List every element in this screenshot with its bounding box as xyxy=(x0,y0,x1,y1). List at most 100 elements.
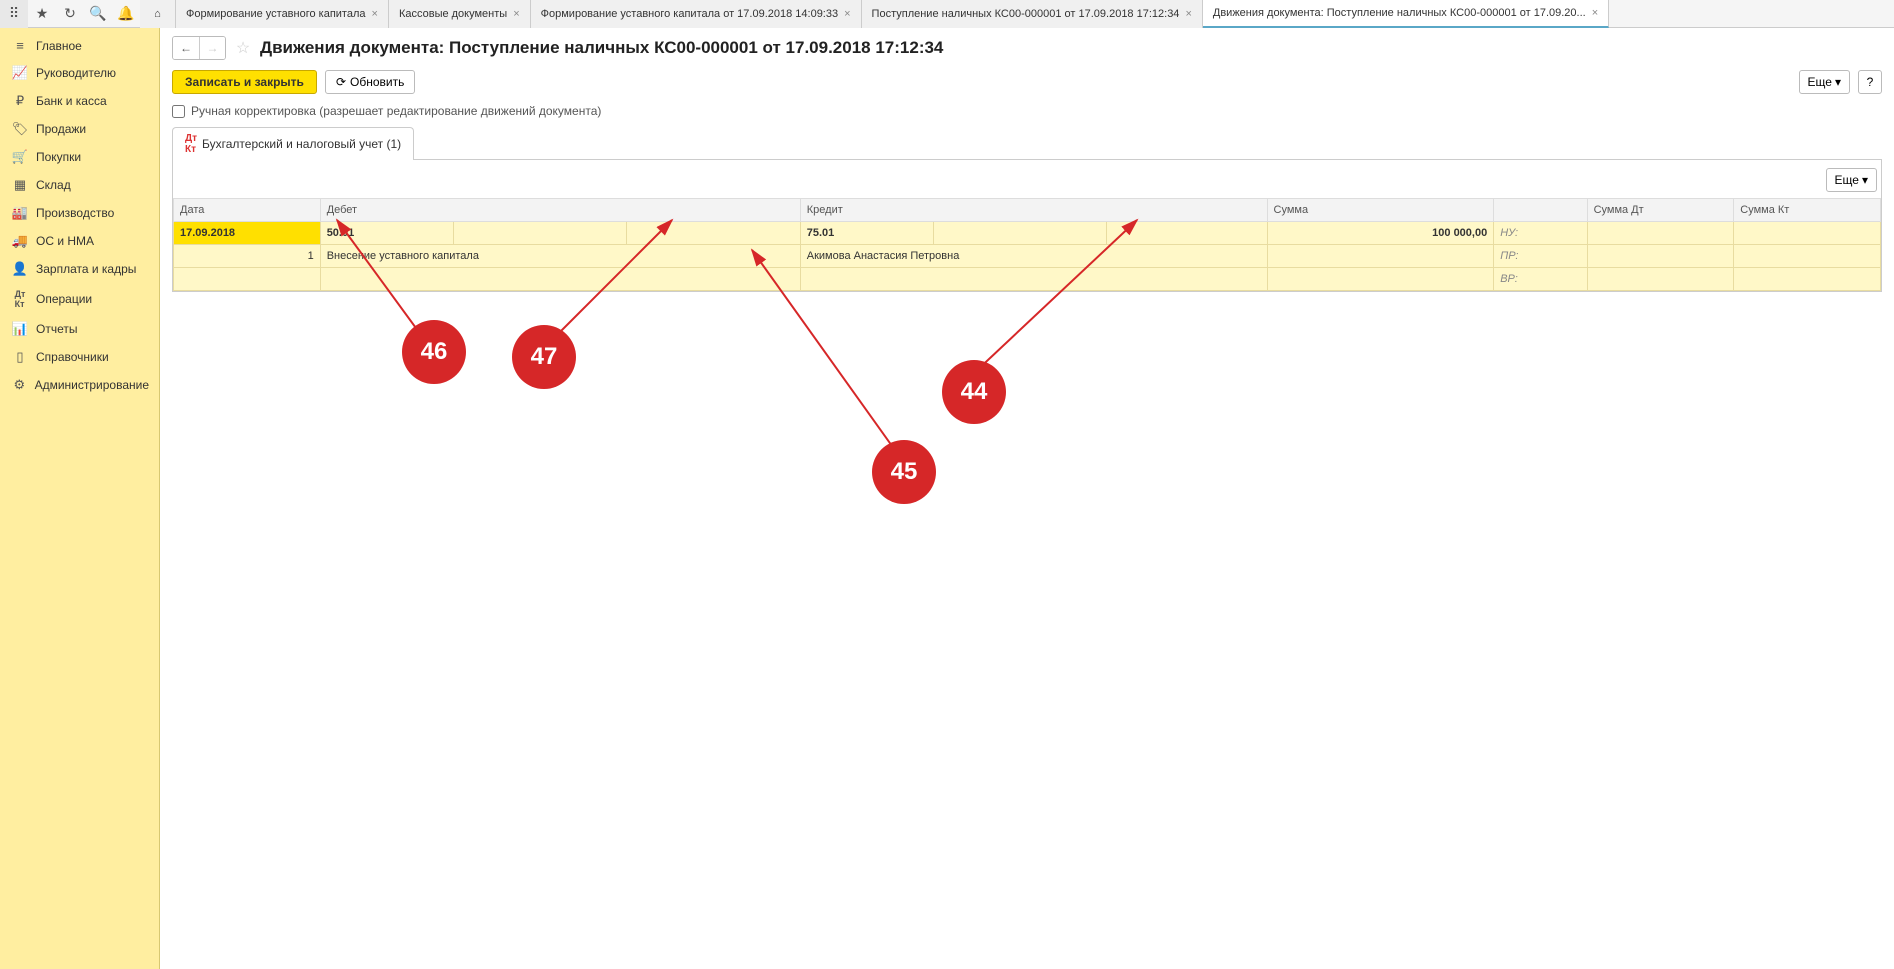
table-more-button[interactable]: Еще ▾ xyxy=(1826,168,1877,192)
side-label: Покупки xyxy=(36,150,81,164)
sidebar-item-warehouse[interactable]: ▦Склад xyxy=(0,171,159,199)
more-label: Еще xyxy=(1835,173,1859,187)
cell-debet-acc: 50.01 xyxy=(320,222,453,245)
table-wrapper: Еще ▾ Дата Дебет Кредит xyxy=(172,160,1882,292)
chevron-down-icon: ▾ xyxy=(1835,75,1841,89)
side-label: Зарплата и кадры xyxy=(36,262,136,276)
tab-home[interactable]: ⌂ xyxy=(140,0,176,28)
close-icon[interactable]: × xyxy=(844,8,850,20)
col-summa-dt[interactable]: Сумма Дт xyxy=(1587,199,1734,222)
tab-0[interactable]: Формирование уставного капитала × xyxy=(176,0,389,28)
tab-label: Движения документа: Поступление наличных… xyxy=(1213,7,1586,19)
sidebar-item-purchases[interactable]: 🛒Покупки xyxy=(0,143,159,171)
cell-date: 17.09.2018 xyxy=(174,222,321,245)
title-row: ← → ☆ Движения документа: Поступление на… xyxy=(172,36,1882,60)
annotation-marker: 44 xyxy=(942,360,1006,424)
cell-debet-desc: Внесение уставного капитала xyxy=(320,245,800,268)
page-title: Движения документа: Поступление наличных… xyxy=(260,38,943,58)
side-label: Справочники xyxy=(36,350,109,364)
close-icon[interactable]: × xyxy=(1185,8,1191,20)
cell-empty xyxy=(627,222,800,245)
close-icon[interactable]: × xyxy=(1592,7,1598,19)
table-row[interactable]: ВР: xyxy=(174,268,1881,291)
cell-summa: 100 000,00 xyxy=(1267,222,1494,245)
forward-button[interactable]: → xyxy=(199,37,225,59)
more-button[interactable]: Еще ▾ xyxy=(1799,70,1850,94)
cell-kredit-acc: 75.01 xyxy=(800,222,933,245)
side-label: Операции xyxy=(36,292,92,306)
side-label: Банк и касса xyxy=(36,94,107,108)
cell-num: 1 xyxy=(174,245,321,268)
col-summa-kt[interactable]: Сумма Кт xyxy=(1734,199,1881,222)
side-label: Продажи xyxy=(36,122,86,136)
cell-empty xyxy=(1734,268,1881,291)
refresh-button[interactable]: ⟳ Обновить xyxy=(325,70,415,94)
save-close-button[interactable]: Записать и закрыть xyxy=(172,70,317,94)
sidebar-item-admin[interactable]: ⚙Администрирование xyxy=(0,371,159,399)
refresh-label: Обновить xyxy=(350,75,404,89)
cell-kredit-desc: Акимова Анастасия Петровна xyxy=(800,245,1267,268)
top-toolbar: ⠿ ★ ↻ 🔍 🔔 ⌂ Формирование уставного капит… xyxy=(0,0,1894,28)
tab-1[interactable]: Кассовые документы × xyxy=(389,0,531,28)
history-icon[interactable]: ↻ xyxy=(56,0,84,28)
manual-correction-checkbox[interactable] xyxy=(172,105,185,118)
refresh-icon: ⟳ xyxy=(336,75,346,89)
cell-empty xyxy=(1267,268,1494,291)
table-container: Еще ▾ Дата Дебет Кредит xyxy=(172,160,1882,720)
col-date[interactable]: Дата xyxy=(174,199,321,222)
col-summa[interactable]: Сумма xyxy=(1267,199,1494,222)
nav-buttons: ← → xyxy=(172,36,226,60)
close-icon[interactable]: × xyxy=(372,8,378,20)
home-icon: ⌂ xyxy=(154,8,161,20)
cell-empty xyxy=(454,222,627,245)
col-kredit[interactable]: Кредит xyxy=(800,199,1267,222)
more-label: Еще xyxy=(1808,75,1832,89)
table-row[interactable]: 17.09.2018 50.01 75.01 100 000,00 НУ: xyxy=(174,222,1881,245)
back-button[interactable]: ← xyxy=(173,37,199,59)
tab-4[interactable]: Движения документа: Поступление наличных… xyxy=(1203,0,1609,28)
manual-correction-row: Ручная корректировка (разрешает редактир… xyxy=(172,104,1882,118)
col-debet[interactable]: Дебет xyxy=(320,199,800,222)
cell-empty xyxy=(1267,245,1494,268)
cell-empty xyxy=(320,268,800,291)
tab-accounting[interactable]: ДтКт Бухгалтерский и налоговый учет (1) xyxy=(172,127,414,160)
favorite-button[interactable]: ☆ xyxy=(232,37,254,59)
help-button[interactable]: ? xyxy=(1858,70,1882,94)
sidebar-item-reports[interactable]: 📊Отчеты xyxy=(0,315,159,343)
table-row[interactable]: 1 Внесение уставного капитала Акимова Ан… xyxy=(174,245,1881,268)
sidebar-item-bank[interactable]: ₽ Банк и касса xyxy=(0,87,159,115)
sidebar-item-catalogs[interactable]: ▯Справочники xyxy=(0,343,159,371)
cell-empty xyxy=(800,268,1267,291)
tab-2[interactable]: Формирование уставного капитала от 17.09… xyxy=(531,0,862,28)
ruble-icon: ₽ xyxy=(10,93,30,109)
apps-icon[interactable]: ⠿ xyxy=(0,0,28,28)
cell-empty xyxy=(1734,222,1881,245)
col-empty[interactable] xyxy=(1494,199,1587,222)
cell-empty xyxy=(1587,222,1734,245)
tab-3[interactable]: Поступление наличных КС00-000001 от 17.0… xyxy=(862,0,1203,28)
menu-icon: ≡ xyxy=(10,38,30,53)
tab-label: Формирование уставного капитала xyxy=(186,8,366,20)
tab-label: Поступление наличных КС00-000001 от 17.0… xyxy=(872,8,1180,20)
cell-empty xyxy=(1587,245,1734,268)
sidebar-item-operations[interactable]: ДтКтОперации xyxy=(0,283,159,315)
tab-label: Формирование уставного капитала от 17.09… xyxy=(541,8,838,20)
bell-icon[interactable]: 🔔 xyxy=(112,0,140,28)
chart-up-icon: 📈 xyxy=(10,65,30,81)
search-icon[interactable]: 🔍 xyxy=(84,0,112,28)
sidebar-item-sales[interactable]: 🏷Продажи xyxy=(0,115,159,143)
sidebar-item-manager[interactable]: 📈 Руководителю xyxy=(0,59,159,87)
side-label: Отчеты xyxy=(36,322,77,336)
side-label: Руководителю xyxy=(36,66,116,80)
close-icon[interactable]: × xyxy=(513,8,519,20)
sidebar-item-production[interactable]: 🏭Производство xyxy=(0,199,159,227)
inner-tabs: ДтКт Бухгалтерский и налоговый учет (1) xyxy=(172,126,1882,160)
star-icon[interactable]: ★ xyxy=(28,0,56,28)
annotation-marker: 46 xyxy=(402,320,466,384)
sidebar-item-main[interactable]: ≡Главное xyxy=(0,32,159,59)
side-label: Производство xyxy=(36,206,114,220)
sidebar-item-assets[interactable]: 🚚ОС и НМА xyxy=(0,227,159,255)
side-label: Администрирование xyxy=(35,378,149,392)
sidebar-item-hr[interactable]: 👤Зарплата и кадры xyxy=(0,255,159,283)
side-label: Склад xyxy=(36,178,71,192)
